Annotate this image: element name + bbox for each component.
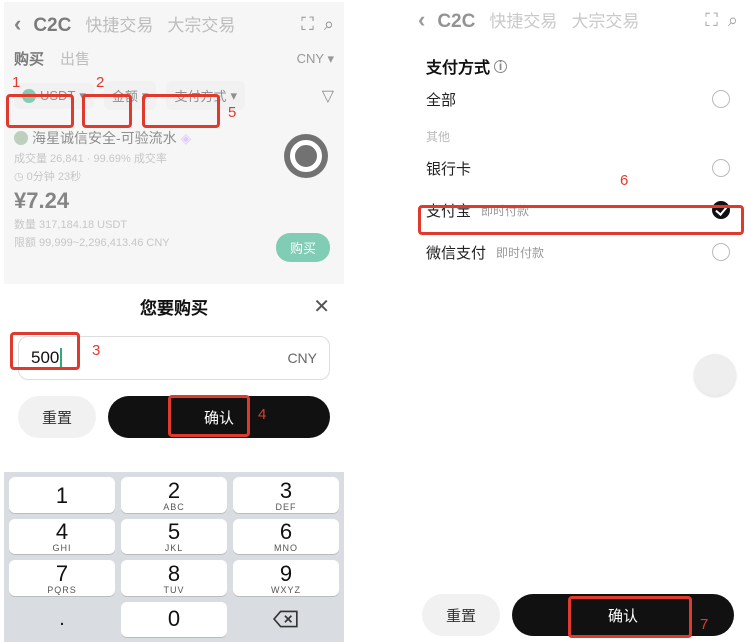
merchant-avatar bbox=[14, 131, 28, 145]
filter-coin-label: USDT bbox=[40, 88, 75, 103]
usdt-icon bbox=[22, 89, 36, 103]
pm-confirm-button[interactable]: 确认 bbox=[512, 594, 734, 636]
key-0[interactable]: 0 bbox=[121, 602, 227, 638]
tab-block[interactable]: 大宗交易 bbox=[571, 7, 639, 32]
scan-icon[interactable]: ⛶ bbox=[705, 10, 718, 31]
key-3[interactable]: 3DEF bbox=[233, 477, 339, 513]
filter-amount[interactable]: 金额 ▾ bbox=[104, 81, 157, 110]
radio-unchecked bbox=[712, 243, 730, 261]
pm-option-bank[interactable]: 银行卡 bbox=[426, 147, 730, 189]
key-5[interactable]: 5JKL bbox=[121, 519, 227, 555]
amount-unit: CNY bbox=[287, 350, 317, 366]
payment-method-sheet: 支付方式 i 全部 其他 银行卡 支付宝 即时付款 微信支付 即时付款 重置 确认 bbox=[408, 42, 746, 642]
scan-icon[interactable]: ⛶ bbox=[301, 14, 314, 35]
tab-c2c[interactable]: C2C bbox=[33, 15, 71, 37]
merchant-name: 海星诚信安全-可验流水 bbox=[32, 128, 177, 148]
amount-input[interactable]: 500 CNY bbox=[18, 336, 330, 380]
pm-option-alipay[interactable]: 支付宝 即时付款 bbox=[426, 189, 730, 231]
radio-unchecked bbox=[712, 90, 730, 108]
pm-all-label: 全部 bbox=[426, 89, 456, 110]
amount-value: 500 bbox=[31, 348, 59, 368]
floating-button[interactable] bbox=[694, 354, 736, 396]
key-6[interactable]: 6MNO bbox=[233, 519, 339, 555]
back-icon[interactable]: ‹ bbox=[14, 11, 21, 37]
pm-title: 支付方式 bbox=[426, 54, 490, 78]
chevron-down-icon: ▾ bbox=[230, 88, 237, 104]
chevron-down-icon: ▾ bbox=[79, 88, 86, 104]
confirm-button[interactable]: 确认 bbox=[108, 396, 330, 438]
text-cursor bbox=[60, 348, 62, 368]
chevron-down-icon: ▾ bbox=[142, 88, 149, 104]
radio-unchecked bbox=[712, 159, 730, 177]
pm-option-wechat[interactable]: 微信支付 即时付款 bbox=[426, 231, 730, 273]
sheet-title: 您要购买 bbox=[140, 294, 208, 319]
floating-ring[interactable] bbox=[284, 134, 328, 178]
tab-express[interactable]: 快捷交易 bbox=[85, 11, 153, 36]
pm-section-other: 其他 bbox=[426, 128, 730, 145]
pm-wechat-label: 微信支付 bbox=[426, 242, 486, 263]
reset-button[interactable]: 重置 bbox=[18, 396, 96, 438]
filter-payment[interactable]: 支付方式 ▾ bbox=[166, 81, 245, 110]
currency-selector[interactable]: CNY ▾ bbox=[297, 51, 334, 67]
key-1[interactable]: 1 bbox=[9, 477, 115, 513]
filter-payment-label: 支付方式 bbox=[174, 86, 226, 105]
key-2[interactable]: 2ABC bbox=[121, 477, 227, 513]
close-icon[interactable]: ✕ bbox=[313, 294, 330, 319]
pm-option-all[interactable]: 全部 bbox=[426, 78, 730, 120]
back-icon[interactable]: ‹ bbox=[418, 7, 425, 33]
merchant-qty: 数量 317,184.18 USDT bbox=[14, 216, 334, 232]
key-9[interactable]: 9WXYZ bbox=[233, 560, 339, 596]
merchant-buy-button[interactable]: 购买 bbox=[276, 233, 330, 262]
key-8[interactable]: 8TUV bbox=[121, 560, 227, 596]
key-dot[interactable]: . bbox=[9, 602, 115, 638]
buy-sheet: 您要购买 ✕ 500 CNY 重置 确认 1 2ABC 3DEF 4GHI 5J… bbox=[4, 284, 344, 642]
numeric-keypad: 1 2ABC 3DEF 4GHI 5JKL 6MNO 7PQRS 8TUV 9W… bbox=[4, 472, 344, 642]
filter-amount-label: 金额 bbox=[112, 86, 138, 105]
radio-checked bbox=[712, 201, 730, 219]
pm-bank-label: 银行卡 bbox=[426, 158, 471, 179]
search-icon[interactable]: ⌕ bbox=[324, 14, 334, 35]
tab-c2c[interactable]: C2C bbox=[437, 11, 475, 33]
filter-icon[interactable]: ▽ bbox=[322, 86, 334, 106]
filter-coin[interactable]: USDT ▾ bbox=[14, 83, 94, 109]
key-backspace[interactable] bbox=[233, 602, 339, 638]
key-7[interactable]: 7PQRS bbox=[9, 560, 115, 596]
subtab-buy[interactable]: 购买 bbox=[14, 48, 44, 69]
verified-icon: ◈ bbox=[181, 130, 192, 147]
tab-block[interactable]: 大宗交易 bbox=[167, 11, 235, 36]
merchant-delay: ◷ 0分钟 23秒 bbox=[14, 168, 334, 184]
pm-reset-button[interactable]: 重置 bbox=[422, 594, 500, 636]
info-icon[interactable]: i bbox=[494, 60, 507, 73]
search-icon[interactable]: ⌕ bbox=[728, 10, 738, 31]
key-4[interactable]: 4GHI bbox=[9, 519, 115, 555]
subtab-sell[interactable]: 出售 bbox=[60, 48, 90, 69]
pm-wechat-sub: 即时付款 bbox=[496, 244, 544, 261]
tab-express[interactable]: 快捷交易 bbox=[489, 7, 557, 32]
pm-alipay-label: 支付宝 bbox=[426, 200, 471, 221]
merchant-price: ¥7.24 bbox=[14, 188, 334, 214]
pm-alipay-sub: 即时付款 bbox=[481, 202, 529, 219]
